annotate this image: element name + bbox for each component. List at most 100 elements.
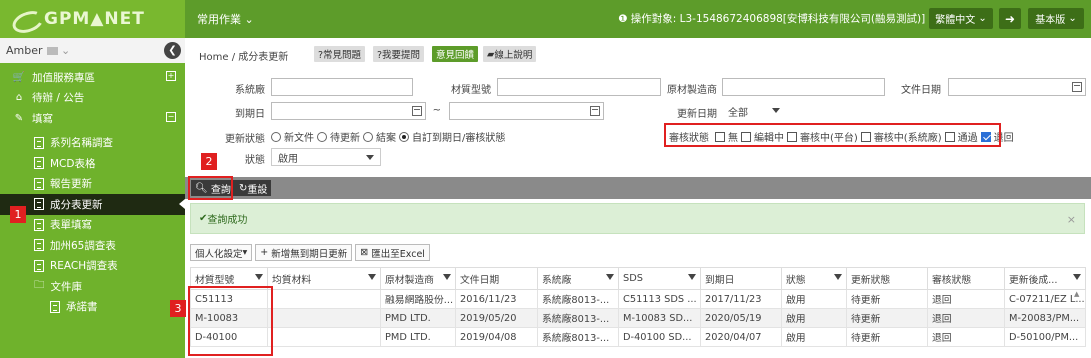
- version-select[interactable]: 基本版 ⌄: [1028, 8, 1084, 29]
- col-factory[interactable]: 系統廠: [537, 267, 619, 290]
- sds-link[interactable]: M-10083 SD...: [618, 308, 701, 328]
- sidebar-item-mcd[interactable]: MCD表格: [0, 153, 185, 174]
- material-link[interactable]: C51113: [190, 289, 268, 309]
- sidebar-item-composition-update[interactable]: 成分表更新: [0, 194, 185, 215]
- docdate-label: 文件日期: [901, 85, 941, 96]
- language-select[interactable]: 繁體中文 ⌄: [929, 8, 993, 29]
- sidebar-item-library[interactable]: 🗀 文件庫: [0, 276, 185, 297]
- query-button[interactable]: 🔍︎ 查詢: [191, 180, 235, 196]
- filter-icon[interactable]: [688, 274, 696, 280]
- material-input[interactable]: [497, 78, 661, 96]
- chevron-down-icon: ▾: [242, 247, 248, 258]
- document-icon: [34, 136, 44, 149]
- sds-link[interactable]: D-40100 SD...: [618, 327, 701, 347]
- breadcrumb-home[interactable]: Home: [199, 52, 229, 63]
- home-icon: ⌂: [15, 92, 23, 104]
- close-icon[interactable]: ×: [1067, 213, 1076, 226]
- manufacturer-label: 原材製造商: [667, 85, 717, 96]
- common-tasks-menu[interactable]: 常用作業 ⌄: [197, 11, 254, 27]
- sidebar-item-reach[interactable]: REACH調查表: [0, 256, 185, 277]
- add-no-expiry-button[interactable]: + 新增無到期日更新: [255, 244, 353, 261]
- col-review-status[interactable]: 審核狀態: [927, 267, 1005, 290]
- calendar-icon[interactable]: [590, 106, 600, 116]
- sidebar-item-fill[interactable]: ✎ 填寫 −: [0, 108, 185, 129]
- dropdown-caret-icon: [366, 155, 374, 160]
- col-sds[interactable]: SDS: [618, 267, 701, 290]
- col-material[interactable]: 材質型號: [190, 267, 268, 290]
- expiry-to-input[interactable]: [449, 102, 604, 120]
- exit-button[interactable]: ➜: [999, 8, 1021, 29]
- review-factory-checkbox[interactable]: [860, 131, 871, 142]
- manufacturer-input[interactable]: [722, 78, 885, 96]
- review-passed-checkbox[interactable]: [944, 131, 955, 142]
- sidebar-item-commitment[interactable]: 承諾書: [0, 297, 185, 318]
- filter-icon[interactable]: [1073, 274, 1081, 280]
- user-row[interactable]: Amber ⌄ ❮: [0, 38, 185, 63]
- radio-new[interactable]: [271, 131, 281, 142]
- col-docdate[interactable]: 文件日期: [455, 267, 538, 290]
- state-select[interactable]: 啟用: [271, 148, 381, 166]
- expiry-from-input[interactable]: [271, 102, 426, 120]
- mail-icon[interactable]: [46, 46, 58, 55]
- review-none-checkbox[interactable]: [715, 131, 725, 142]
- radio-pending[interactable]: [317, 131, 327, 142]
- export-excel-button[interactable]: ⊠ 匯出至Excel: [355, 244, 430, 261]
- scrollbar-up-arrow[interactable]: ▲: [1074, 290, 1084, 298]
- book-icon: ▰: [487, 48, 495, 60]
- plus-icon: +: [260, 247, 272, 258]
- collapse-sidebar-button[interactable]: ❮: [164, 42, 181, 59]
- filter-icon[interactable]: [834, 274, 842, 280]
- review-editing-checkbox[interactable]: [741, 131, 751, 142]
- table-row[interactable]: C51113 融易網路股份... 2016/11/23 系統廠8013-... …: [190, 289, 1086, 309]
- material-link[interactable]: M-10083: [190, 308, 268, 328]
- col-update-status[interactable]: 更新狀態: [846, 267, 928, 290]
- table-row[interactable]: D-40100 PMD LTD. 2019/04/08 系統廠8013-... …: [190, 327, 1086, 347]
- expand-icon[interactable]: +: [166, 71, 176, 81]
- sds-link[interactable]: C51113 SDS ...: [618, 289, 701, 309]
- filter-icon[interactable]: [255, 274, 263, 280]
- radio-custom[interactable]: [399, 131, 409, 142]
- chevron-down-icon: ⌄: [975, 13, 987, 24]
- sidebar-item-report-update[interactable]: 報告更新: [0, 174, 185, 195]
- logo[interactable]: GPM▲NET: [0, 0, 185, 38]
- sidebar-item-ca65[interactable]: 加州65調查表: [0, 235, 185, 256]
- col-expiry[interactable]: 到期日: [700, 267, 782, 290]
- manual-button[interactable]: ▰ 線上說明: [483, 46, 537, 62]
- sidebar-item-series-survey[interactable]: 系列名稱調查: [0, 133, 185, 154]
- col-updated-composition[interactable]: 更新後成...: [1004, 267, 1086, 290]
- sidebar-item-value-added[interactable]: 🛒 加值服務專區 +: [0, 67, 185, 88]
- reset-button[interactable]: ↻ 重設: [235, 180, 272, 196]
- filter-icon[interactable]: [443, 274, 451, 280]
- material-link[interactable]: D-40100: [190, 327, 268, 347]
- filter-icon[interactable]: [606, 274, 614, 280]
- result-table: 材質型號 均質材料 原材製造商 文件日期 系統廠 SDS 到期日 狀態 更新狀態…: [190, 267, 1086, 347]
- sidebar-item-todo[interactable]: ⌂ 待辦 / 公告: [0, 88, 185, 109]
- col-homogeneous[interactable]: 均質材料: [267, 267, 381, 290]
- success-alert: ✔ 查詢成功 ×: [190, 203, 1085, 234]
- calendar-icon[interactable]: [1072, 82, 1082, 92]
- docdate-input[interactable]: [948, 78, 1086, 96]
- col-manufacturer[interactable]: 原材製造商: [380, 267, 456, 290]
- table-row[interactable]: M-10083 PMD LTD. 2019/05/20 系統廠8013-... …: [190, 308, 1086, 328]
- chevron-down-icon: ⌄: [1065, 13, 1077, 24]
- review-platform-checkbox[interactable]: [787, 131, 797, 142]
- radio-closed[interactable]: [363, 131, 373, 142]
- feedback-button[interactable]: 意見回饋: [432, 46, 479, 62]
- calendar-icon[interactable]: [412, 106, 422, 116]
- search-icon: 🔍︎: [195, 182, 211, 194]
- chevron-down-icon: ⌄: [57, 44, 71, 57]
- ask-button[interactable]: ?我要提問: [373, 46, 425, 62]
- personalize-button[interactable]: 個人化設定 ▾: [190, 244, 253, 261]
- sidebar-item-form-fill[interactable]: 表單填寫: [0, 215, 185, 236]
- filter-icon[interactable]: [368, 274, 376, 280]
- review-returned-checkbox[interactable]: [980, 131, 991, 142]
- factory-input[interactable]: [271, 78, 413, 96]
- col-state[interactable]: 狀態: [781, 267, 847, 290]
- update-date-label: 更新日期: [677, 109, 717, 120]
- faq-button[interactable]: ?常見問題: [314, 46, 366, 62]
- update-date-select[interactable]: 全部: [722, 102, 786, 120]
- document-icon: [34, 239, 44, 252]
- check-icon: ✔: [199, 213, 208, 224]
- query-toolbar: 🔍︎ 查詢 ↻ 重設: [185, 177, 1091, 199]
- collapse-icon[interactable]: −: [166, 112, 176, 122]
